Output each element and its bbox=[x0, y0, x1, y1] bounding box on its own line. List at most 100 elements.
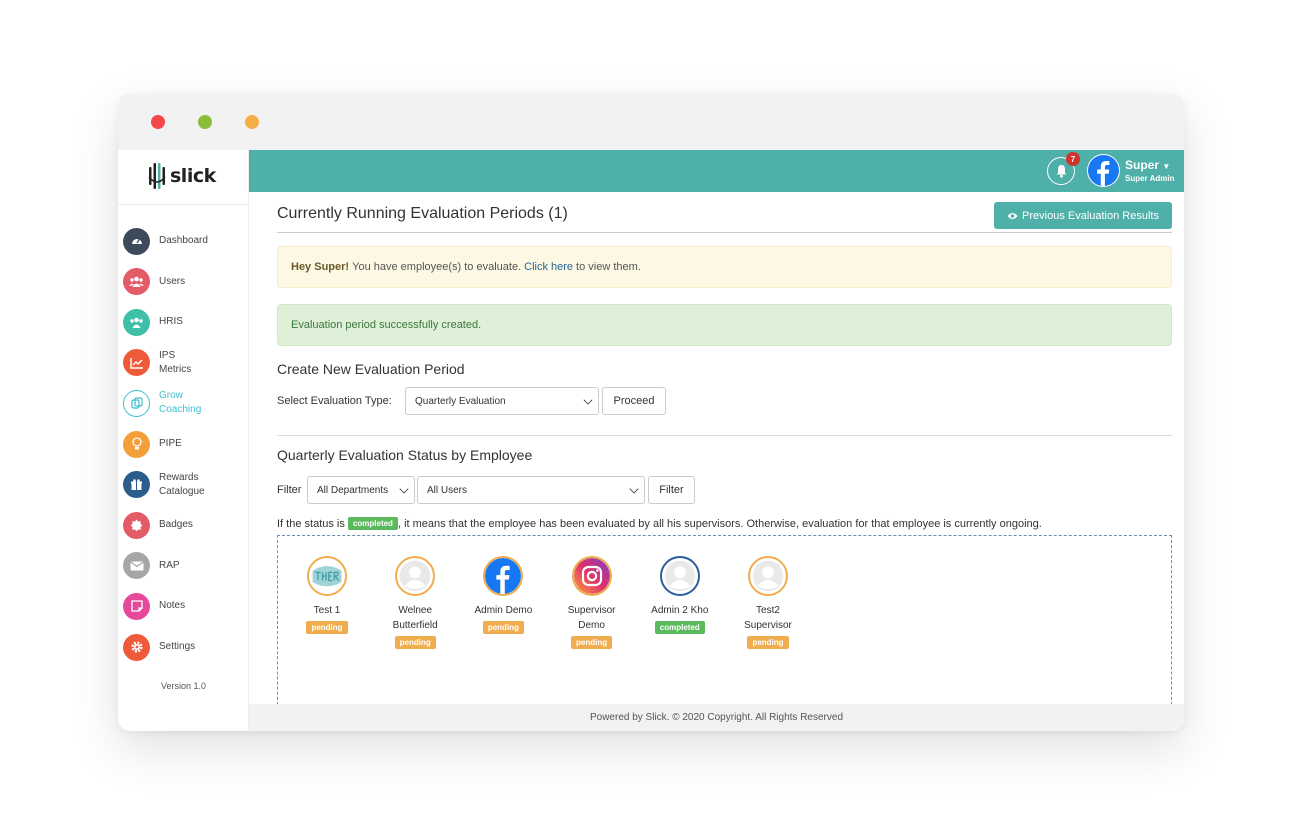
department-value: All Departments bbox=[317, 484, 389, 496]
sidebar-item-label: RAP bbox=[159, 559, 180, 571]
bell-icon bbox=[1056, 165, 1066, 178]
maximize-window-button[interactable] bbox=[245, 115, 259, 129]
sidebar-item-grow[interactable]: Grow Coaching bbox=[123, 386, 243, 420]
notes-icon bbox=[123, 592, 150, 620]
sidebar-item-badges[interactable]: Badges bbox=[123, 508, 243, 542]
window-titlebar bbox=[118, 94, 1184, 150]
alert-greeting: Hey Super! bbox=[291, 261, 350, 273]
facebook-logo-icon bbox=[483, 556, 524, 596]
notifications-button[interactable]: 7 bbox=[1047, 152, 1080, 185]
sidebar-item-label: IPS Metrics bbox=[159, 349, 192, 375]
chevron-down-icon bbox=[399, 484, 409, 494]
sidebar-item-label: Badges bbox=[159, 519, 193, 531]
users-select[interactable]: All Users bbox=[417, 476, 645, 504]
minimize-window-button[interactable] bbox=[198, 115, 212, 129]
employee-name: Test 1 bbox=[313, 605, 341, 616]
sidebar-item-settings[interactable]: Settings bbox=[123, 630, 243, 664]
thermo-logo-icon bbox=[307, 556, 347, 596]
sidebar-item-label: Grow Coaching bbox=[159, 390, 202, 416]
chart-line-icon bbox=[123, 349, 150, 377]
dashboard-icon bbox=[123, 227, 150, 255]
sidebar-item-notes[interactable]: Notes bbox=[123, 589, 243, 623]
employee-card[interactable]: Test 1 pending bbox=[287, 556, 367, 634]
sidebar-item-rewards[interactable]: Rewards Catalogue bbox=[123, 468, 243, 502]
sidebar-item-label: PIPE bbox=[159, 438, 182, 449]
sidebar-item-label: Settings bbox=[159, 641, 196, 652]
avatar bbox=[659, 556, 700, 596]
sidebar: slick Dashboard Users HRIS IPS Metrics Grow … bbox=[118, 150, 249, 731]
completed-tag-example: completed bbox=[347, 517, 398, 530]
chevron-down-icon: ▼ bbox=[1162, 162, 1171, 171]
employee-card[interactable]: Admin 2 Kho completed bbox=[640, 556, 720, 634]
alert-text-after: to view them. bbox=[576, 261, 641, 273]
user-menu-toggle[interactable]: Super ▼ bbox=[1125, 158, 1170, 172]
divider bbox=[277, 232, 1172, 233]
version-label: Version 1.0 bbox=[160, 681, 207, 691]
user-role: Super Admin bbox=[1125, 174, 1175, 183]
sidebar-item-users[interactable]: Users bbox=[123, 265, 243, 299]
evaluate-alert: Hey Super! You have employee(s) to evalu… bbox=[277, 246, 1172, 288]
status-badge: pending bbox=[747, 636, 789, 649]
filter-button[interactable]: Filter bbox=[648, 476, 695, 504]
status-note-after: , it means that the employee has been ev… bbox=[397, 517, 1042, 530]
slick-logo-icon bbox=[148, 163, 166, 189]
employee-name: Admin Demo bbox=[474, 605, 533, 616]
hris-icon bbox=[123, 308, 150, 336]
brand-name: slick bbox=[170, 165, 216, 187]
gift-icon bbox=[123, 471, 150, 499]
chevron-down-icon bbox=[629, 484, 639, 494]
evaluation-type-select[interactable]: Quarterly Evaluation bbox=[405, 387, 599, 415]
sidebar-item-ips[interactable]: IPS Metrics bbox=[123, 346, 243, 380]
proceed-button[interactable]: Proceed bbox=[602, 387, 666, 415]
status-badge: pending bbox=[306, 621, 348, 634]
sidebar-item-label: Notes bbox=[159, 600, 186, 612]
avatar bbox=[395, 556, 436, 596]
sidebar-item-hris[interactable]: HRIS bbox=[123, 305, 243, 339]
notification-count-badge: 7 bbox=[1066, 152, 1080, 166]
footer: Powered by Slick. © 2020 Copyright. All … bbox=[249, 704, 1184, 731]
avatar bbox=[748, 556, 788, 596]
sidebar-item-rap[interactable]: RAP bbox=[123, 549, 243, 583]
previous-results-button[interactable]: Previous Evaluation Results bbox=[994, 202, 1172, 229]
brand-logo[interactable]: slick bbox=[148, 158, 216, 194]
user-avatar[interactable] bbox=[1087, 154, 1120, 187]
chevron-down-icon bbox=[583, 395, 593, 405]
instagram-logo-icon bbox=[571, 556, 612, 596]
status-badge: pending bbox=[482, 621, 524, 634]
status-badge: pending bbox=[571, 636, 613, 649]
status-badge: completed bbox=[654, 621, 705, 634]
sidebar-item-label: Rewards Catalogue bbox=[159, 471, 205, 497]
employee-name: Welnee Butterfield bbox=[392, 605, 438, 631]
filter-label: Filter bbox=[277, 484, 302, 496]
click-here-link[interactable]: Click here bbox=[524, 261, 573, 273]
employee-card[interactable]: Supervisor Demo pending bbox=[552, 556, 632, 649]
sidebar-item-dashboard[interactable]: Dashboard bbox=[123, 224, 243, 258]
department-select[interactable]: All Departments bbox=[307, 476, 415, 504]
select-type-label: Select Evaluation Type: bbox=[277, 395, 392, 407]
employee-card[interactable]: Welnee Butterfield pending bbox=[375, 556, 455, 649]
employee-name: Admin 2 Kho bbox=[651, 605, 709, 616]
main-content: Currently Running Evaluation Periods (1)… bbox=[249, 192, 1184, 725]
sidebar-item-label: Users bbox=[159, 275, 186, 287]
alert-text: You have employee(s) to evaluate. bbox=[352, 261, 522, 273]
employee-status-panel: Test 1 pending Welnee Butterfield pending Ad… bbox=[277, 535, 1172, 725]
evaluation-type-value: Quarterly Evaluation bbox=[415, 395, 506, 407]
employee-card[interactable]: Admin Demo pending bbox=[463, 556, 543, 634]
success-alert: Evaluation period successfully created. bbox=[277, 304, 1172, 346]
employee-name: Test2 Supervisor bbox=[744, 605, 792, 631]
lightbulb-icon bbox=[123, 430, 150, 458]
divider bbox=[118, 204, 249, 205]
status-badge: pending bbox=[394, 636, 436, 649]
close-window-button[interactable] bbox=[151, 115, 165, 129]
employee-card[interactable]: Test2 Supervisor pending bbox=[728, 556, 808, 649]
coaching-icon bbox=[123, 389, 150, 417]
sidebar-item-pipe[interactable]: PIPE bbox=[123, 427, 243, 461]
employee-name: Supervisor Demo bbox=[567, 605, 616, 631]
status-note-before: If the status is bbox=[277, 517, 345, 530]
top-bar: 7 Super ▼ Super Admin bbox=[249, 150, 1184, 192]
previous-results-label: Previous Evaluation Results bbox=[1022, 209, 1159, 222]
user-name: Super bbox=[1125, 158, 1160, 172]
users-icon bbox=[123, 268, 150, 296]
app-window: slick Dashboard Users HRIS IPS Metrics Grow … bbox=[118, 94, 1184, 731]
eye-icon bbox=[1007, 212, 1018, 219]
